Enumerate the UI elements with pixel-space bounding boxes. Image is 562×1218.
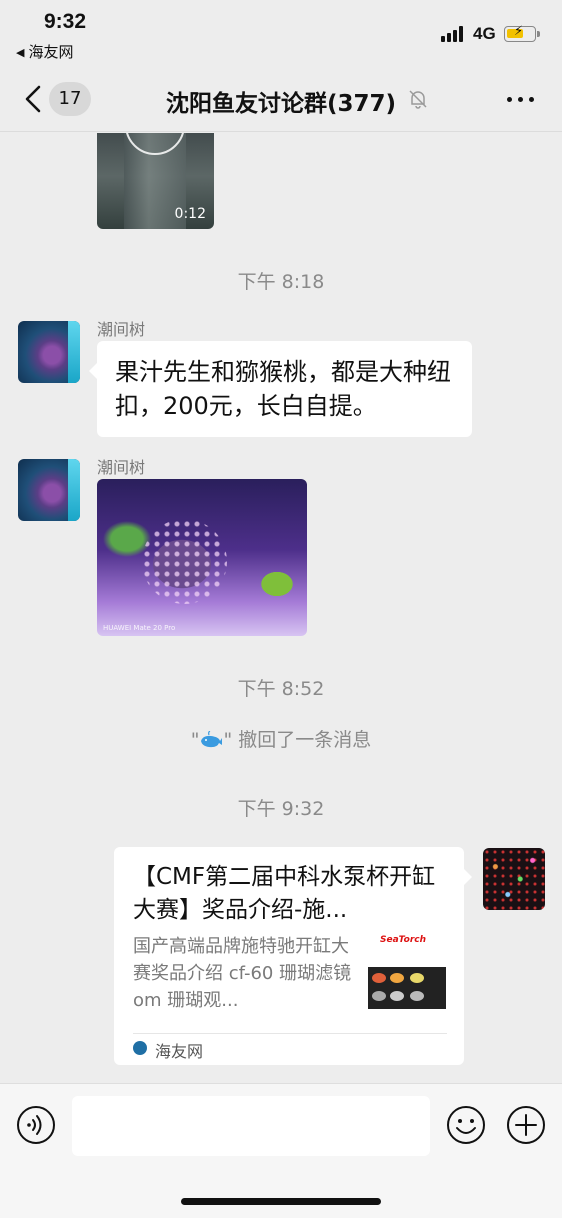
status-time: 9:32 — [44, 10, 87, 33]
message-input[interactable] — [72, 1096, 430, 1156]
link-card-description: 国产高端品牌施特驰开缸大赛奖品介绍 cf-60 珊瑚滤镜 om 珊瑚观... — [133, 936, 352, 1011]
video-message[interactable]: 0:12 — [97, 133, 214, 229]
sender-name: 潮间树 — [97, 458, 146, 477]
signal-icon — [441, 26, 467, 42]
back-to-app-link[interactable]: ◀ 海友网 — [16, 41, 73, 62]
divider — [133, 1033, 447, 1034]
image-message[interactable]: HUAWEI Mate 20 Pro — [97, 479, 307, 636]
whale-icon — [201, 731, 223, 748]
my-avatar[interactable] — [483, 848, 545, 910]
link-card-thumbnail: SeaTorch — [368, 933, 446, 1009]
video-duration: 0:12 — [174, 206, 206, 222]
text-message[interactable]: 果汁先生和猕猴桃，都是大种纽扣，200元，长白自提。 — [89, 341, 472, 437]
chat-header: 17 沈阳鱼友讨论群(377) — [0, 66, 562, 132]
avatar[interactable] — [18, 459, 80, 521]
photo-watermark: HUAWEI Mate 20 Pro — [103, 624, 176, 632]
quote-mark: " — [190, 729, 200, 751]
source-logo-icon — [133, 1041, 147, 1055]
home-indicator[interactable] — [181, 1198, 381, 1205]
plus-circle-icon[interactable] — [506, 1105, 546, 1145]
back-app-label: 海友网 — [28, 43, 74, 61]
quote-mark: " — [223, 729, 233, 751]
battery-icon: ⚡ — [504, 24, 540, 42]
status-bar: 9:32 ◀ 海友网 4G ⚡ — [0, 0, 562, 66]
message-list[interactable]: 0:12 下午 8:18 潮间树 果汁先生和猕猴桃，都是大种纽扣，200元，长白… — [0, 133, 562, 1083]
link-card-message[interactable]: 【CMF第二届中科水泵杯开缸大赛】奖品介绍-施... 国产高端品牌施特驰开缸大赛… — [114, 847, 472, 1065]
timestamp: 下午 9:32 — [237, 798, 325, 820]
avatar[interactable] — [18, 321, 80, 383]
chat-title: 沈阳鱼友讨论群(377) — [165, 91, 397, 117]
timestamp: 下午 8:18 — [237, 271, 325, 293]
timestamp: 下午 8:52 — [237, 678, 325, 700]
network-type: 4G — [473, 24, 496, 43]
ellipsis-icon[interactable] — [503, 92, 537, 106]
sender-name: 潮间树 — [97, 320, 146, 339]
thumbnail-brand: SeaTorch — [380, 935, 427, 945]
bell-slash-icon — [409, 90, 427, 109]
link-card-source: 海友网 — [155, 1042, 204, 1061]
link-card-title: 【CMF第二届中科水泵杯开缸大赛】奖品介绍-施... — [133, 864, 436, 923]
voice-icon[interactable] — [16, 1105, 56, 1145]
smile-icon[interactable] — [446, 1105, 486, 1145]
recall-notice: " " 撤回了一条消息 — [0, 725, 562, 752]
back-triangle-icon: ◀ — [16, 46, 25, 59]
recall-text: 撤回了一条消息 — [238, 729, 372, 751]
